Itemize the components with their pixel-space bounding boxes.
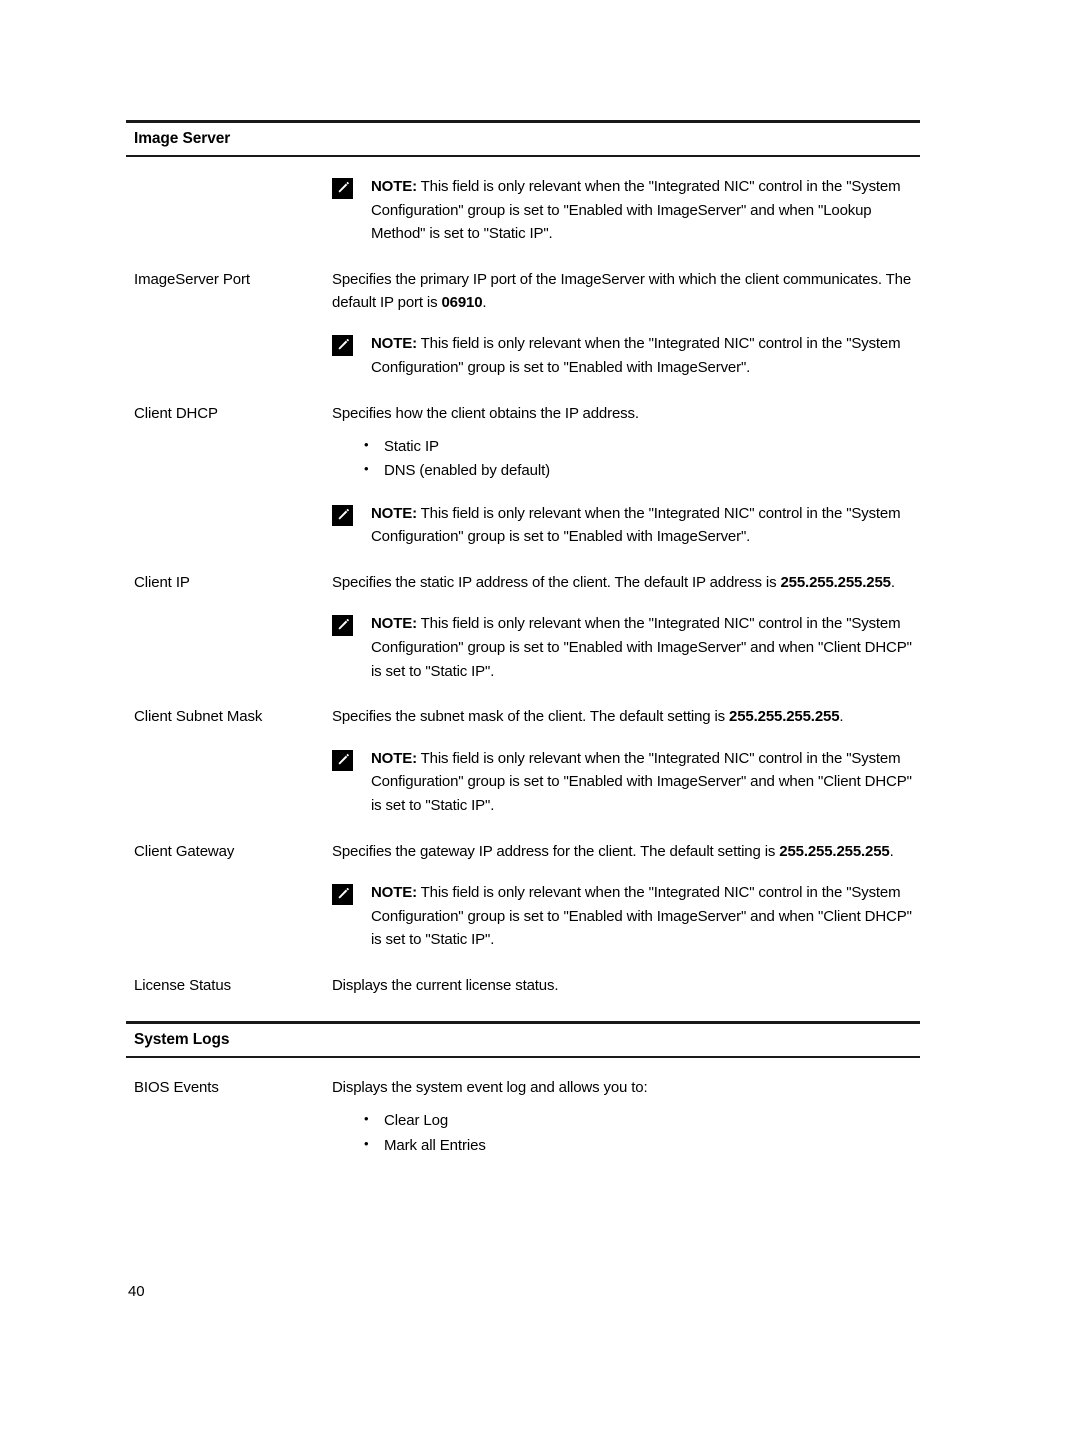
note-block: NOTE: This field is only relevant when t… [332,502,920,549]
list-item: Clear Log [332,1108,920,1133]
note-block: NOTE: This field is only relevant when t… [332,612,920,683]
table-row: Client DHCP Specifies how the client obt… [126,402,920,484]
table-row: BIOS Events Displays the system event lo… [126,1076,920,1158]
note-block: NOTE: This field is only relevant when t… [332,332,920,379]
note-block: NOTE: This field is only relevant when t… [332,747,920,818]
note-pencil-icon [332,335,356,357]
row-text: Specifies the subnet mask of the client.… [332,708,730,726]
note-label: NOTE: [371,504,417,522]
table-row: NOTE: This field is only relevant when t… [126,332,920,379]
row-body: Specifies the static IP address of the c… [332,571,920,594]
row-text: Displays the current license status. [332,976,559,994]
note-text: NOTE: This field is only relevant when t… [371,175,920,246]
section-heading-system-logs: System Logs [134,1031,230,1049]
table-row: License Status Displays the current lice… [126,974,920,997]
row-body: NOTE: This field is only relevant when t… [332,747,920,818]
row-label-client-dhcp: Client DHCP [134,404,218,422]
row-text: Specifies the gateway IP address for the… [332,842,780,860]
row-label-license-status: License Status [134,976,231,994]
section-heading-image-server: Image Server [134,130,231,147]
row-label-bios-events: BIOS Events [134,1078,219,1096]
row-body: NOTE: This field is only relevant when t… [332,612,920,683]
row-label-imageserver-port: ImageServer Port [134,270,250,288]
note-body: This field is only relevant when the "In… [371,883,912,949]
row-text-after: . [889,842,894,860]
note-body: This field is only relevant when the "In… [371,615,912,680]
row-body: Specifies the primary IP port of the Ima… [332,268,920,315]
table-row: NOTE: This field is only relevant when t… [126,612,920,683]
row-label-client-subnet-mask: Client Subnet Mask [134,708,263,726]
page-content: Image Server NOTE: This field is only re… [126,120,920,1158]
row-body: Specifies the subnet mask of the client.… [332,705,920,728]
section-system-logs: System Logs BIOS Events Displays the sys… [126,1021,920,1158]
note-block: NOTE: This field is only relevant when t… [332,175,920,246]
bullet-list: Clear Log Mark all Entries [332,1108,920,1158]
row-text: Specifies the primary IP port of the Ima… [332,270,912,312]
row-text-after: . [890,573,895,591]
note-body: This field is only relevant when the "In… [371,177,901,243]
note-body: This field is only relevant when the "In… [371,335,901,377]
row-bold-value: 255.255.255.255 [779,842,890,860]
note-body: This field is only relevant when the "In… [371,749,912,814]
list-item: DNS (enabled by default) [332,458,920,483]
table-row: NOTE: This field is only relevant when t… [126,502,920,549]
note-pencil-icon [332,504,356,526]
row-body: NOTE: This field is only relevant when t… [332,881,920,952]
table-row: ImageServer Port Specifies the primary I… [126,268,920,315]
row-body: Displays the system event log and allows… [332,1076,920,1158]
table-row: Client IP Specifies the static IP addres… [126,571,920,594]
row-text: Specifies the static IP address of the c… [332,573,781,591]
note-text: NOTE: This field is only relevant when t… [371,612,920,683]
page-number: 40 [128,1283,145,1300]
note-pencil-icon [332,749,356,771]
row-text: Specifies how the client obtains the IP … [332,404,639,422]
note-block: NOTE: This field is only relevant when t… [332,881,920,952]
list-item: Mark all Entries [332,1133,920,1158]
row-text-after: . [839,708,844,726]
note-pencil-icon [332,177,356,199]
note-label: NOTE: [371,177,417,195]
row-body: Displays the current license status. [332,974,920,997]
row-body: NOTE: This field is only relevant when t… [332,502,920,549]
row-label-client-ip: Client IP [134,573,190,591]
note-text: NOTE: This field is only relevant when t… [371,881,920,952]
note-text: NOTE: This field is only relevant when t… [371,332,920,379]
note-text: NOTE: This field is only relevant when t… [371,502,920,549]
table-row: NOTE: This field is only relevant when t… [126,175,920,246]
row-body: NOTE: This field is only relevant when t… [332,175,920,246]
row-bold-value: 255.255.255.255 [729,708,840,726]
note-label: NOTE: [371,335,417,353]
note-text: NOTE: This field is only relevant when t… [371,747,920,818]
note-pencil-icon [332,615,356,637]
note-label: NOTE: [371,883,417,901]
row-text: Displays the system event log and allows… [332,1078,648,1096]
table-row: Client Gateway Specifies the gateway IP … [126,840,920,863]
row-bold-value: 06910 [441,294,483,312]
note-pencil-icon [332,883,356,905]
row-text-after: . [482,294,487,312]
row-label-client-gateway: Client Gateway [134,842,235,860]
note-body: This field is only relevant when the "In… [371,504,901,546]
row-body: Specifies how the client obtains the IP … [332,402,920,484]
list-item: Static IP [332,434,920,459]
row-body: NOTE: This field is only relevant when t… [332,332,920,379]
table-row: Client Subnet Mask Specifies the subnet … [126,705,920,728]
table-row: NOTE: This field is only relevant when t… [126,747,920,818]
row-bold-value: 255.255.255.255 [780,573,891,591]
bullet-list: Static IP DNS (enabled by default) [332,434,920,484]
section-image-server: Image Server NOTE: This field is only re… [126,120,920,1021]
table-row: NOTE: This field is only relevant when t… [126,881,920,952]
note-label: NOTE: [371,749,417,767]
document-page: Image Server NOTE: This field is only re… [0,0,1080,1434]
note-label: NOTE: [371,615,417,633]
row-body: Specifies the gateway IP address for the… [332,840,920,863]
